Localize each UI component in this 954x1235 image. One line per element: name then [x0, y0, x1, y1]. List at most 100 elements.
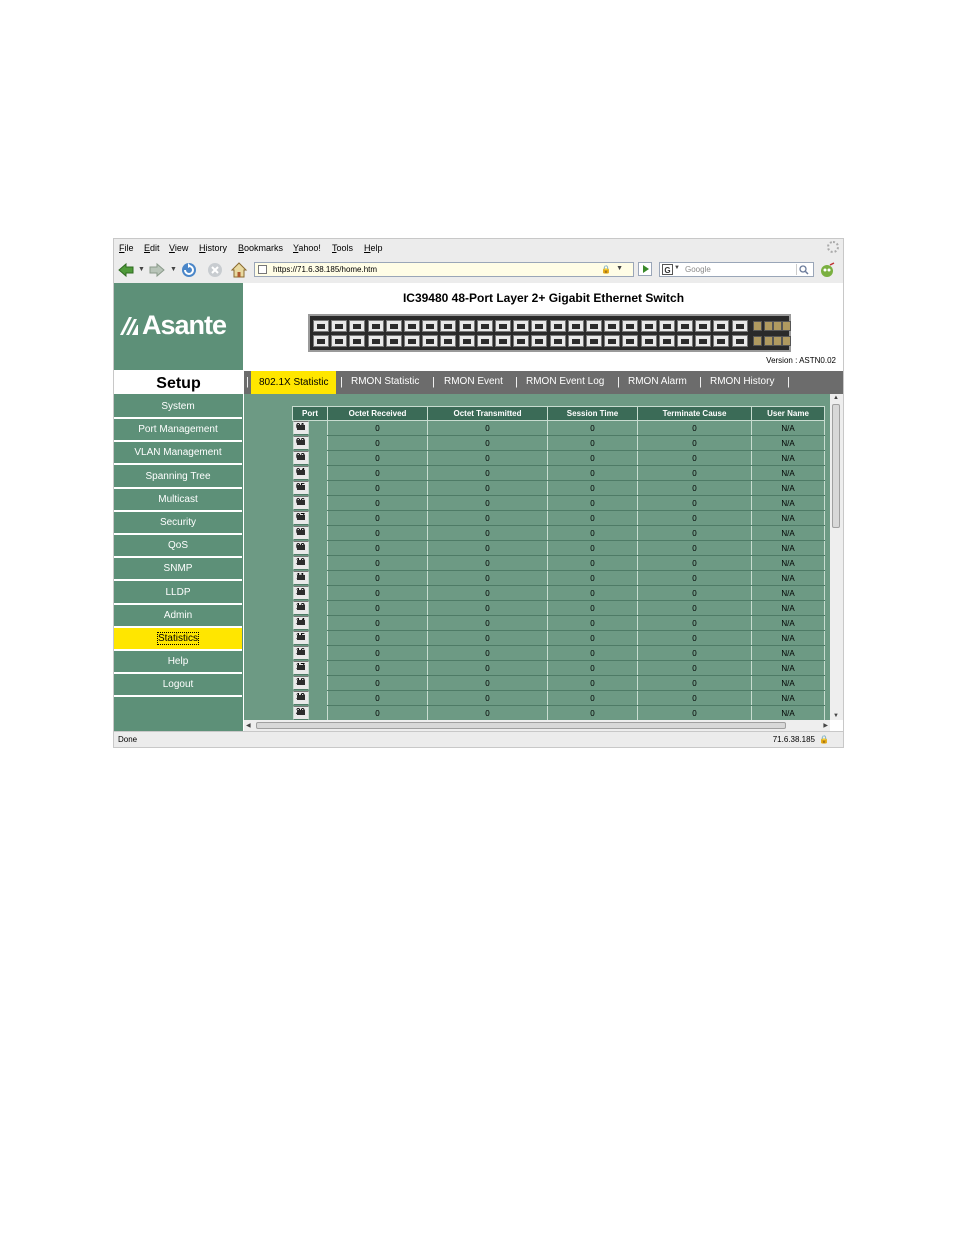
sfp-port-icon[interactable]: [764, 321, 773, 331]
menu-yahoo[interactable]: Yahoo!: [293, 243, 321, 253]
switch-port-icon[interactable]: [513, 335, 530, 347]
switch-port-icon[interactable]: [440, 335, 457, 347]
menu-bookmarks[interactable]: Bookmarks: [238, 243, 283, 253]
scroll-right-icon[interactable]: ▶: [823, 722, 828, 729]
horizontal-scrollbar[interactable]: ◀ ▶: [244, 720, 830, 731]
switch-port-icon[interactable]: [549, 335, 566, 347]
switch-port-icon[interactable]: [658, 335, 675, 347]
scroll-left-icon[interactable]: ◀: [246, 722, 251, 729]
sfp-port-icon[interactable]: [773, 336, 782, 346]
tab-rmon-alarm[interactable]: RMON Alarm: [628, 376, 687, 387]
search-input[interactable]: Google: [685, 265, 711, 274]
sidebar-item-statistics[interactable]: Statistics: [114, 628, 242, 651]
switch-port-icon[interactable]: [367, 320, 384, 332]
switch-port-icon[interactable]: [677, 320, 693, 332]
switch-port-icon[interactable]: [385, 335, 402, 347]
switch-port-icon[interactable]: [495, 335, 511, 347]
back-dropdown-icon[interactable]: ▼: [138, 266, 145, 273]
switch-port-icon[interactable]: [404, 335, 420, 347]
tab-rmon-statistic[interactable]: RMON Statistic: [351, 376, 419, 387]
menu-file[interactable]: File: [119, 243, 134, 253]
switch-port-icon[interactable]: [313, 335, 329, 347]
switch-port-icon[interactable]: [567, 335, 584, 347]
sfp-port-icon[interactable]: [753, 336, 762, 346]
search-icon[interactable]: [796, 264, 811, 275]
switch-port-icon[interactable]: [604, 335, 621, 347]
stop-icon[interactable]: [206, 261, 224, 279]
home-icon[interactable]: [230, 261, 248, 279]
column-header[interactable]: Session Time: [547, 406, 638, 421]
switch-port-icon[interactable]: [367, 335, 384, 347]
extension-icon[interactable]: [818, 261, 836, 279]
switch-port-icon[interactable]: [695, 335, 712, 347]
switch-port-icon[interactable]: [513, 320, 530, 332]
sfp-port-icon[interactable]: [753, 321, 762, 331]
tab-rmon-event[interactable]: RMON Event: [444, 376, 503, 387]
switch-port-icon[interactable]: [313, 320, 329, 332]
menu-history[interactable]: History: [199, 243, 227, 253]
switch-port-icon[interactable]: [349, 335, 366, 347]
sidebar-item-snmp[interactable]: SNMP: [114, 558, 242, 582]
switch-port-icon[interactable]: [622, 335, 639, 347]
scroll-down-icon[interactable]: ▼: [833, 713, 839, 719]
address-bar[interactable]: https://71.6.38.185/home.htm 🔒 ▼: [254, 262, 634, 277]
menu-edit[interactable]: Edit: [144, 243, 160, 253]
switch-port-icon[interactable]: [731, 335, 748, 347]
switch-port-icon[interactable]: [495, 320, 511, 332]
switch-port-icon[interactable]: [713, 335, 730, 347]
switch-port-icon[interactable]: [695, 320, 712, 332]
sidebar-item-security[interactable]: Security: [114, 512, 242, 535]
switch-port-icon[interactable]: [422, 335, 439, 347]
column-header[interactable]: Terminate Cause: [637, 406, 752, 421]
sidebar-item-spanning-tree[interactable]: Spanning Tree: [114, 465, 242, 489]
switch-port-icon[interactable]: [640, 320, 657, 332]
tab-8021x-statistic[interactable]: 802.1X Statistic: [251, 371, 337, 394]
sidebar-item-multicast[interactable]: Multicast: [114, 488, 242, 512]
reload-icon[interactable]: [180, 261, 198, 279]
forward-icon[interactable]: [148, 261, 166, 279]
switch-port-icon[interactable]: [440, 320, 457, 332]
sfp-port-icon[interactable]: [773, 321, 782, 331]
switch-port-icon[interactable]: [385, 320, 402, 332]
column-header[interactable]: Port: [292, 406, 328, 421]
sidebar-item-port-management[interactable]: Port Management: [114, 419, 242, 443]
search-box[interactable]: G ▼ Google: [659, 262, 814, 277]
switch-port-icon[interactable]: [731, 320, 748, 332]
vertical-scrollbar[interactable]: ▲ ▼: [830, 394, 843, 720]
sidebar-item-vlan-management[interactable]: VLAN Management: [114, 442, 242, 466]
switch-port-icon[interactable]: [549, 320, 566, 332]
tab-rmon-event-log[interactable]: RMON Event Log: [526, 376, 604, 387]
switch-port-icon[interactable]: [604, 320, 621, 332]
switch-port-icon[interactable]: [677, 335, 693, 347]
switch-port-icon[interactable]: [331, 335, 348, 347]
sfp-port-icon[interactable]: [764, 336, 773, 346]
horizontal-scroll-thumb[interactable]: [256, 722, 786, 729]
search-engine-dropdown-icon[interactable]: ▼: [674, 265, 680, 271]
column-header[interactable]: Octet Received: [327, 406, 428, 421]
sfp-port-icon[interactable]: [782, 336, 791, 346]
switch-port-icon[interactable]: [622, 320, 639, 332]
switch-port-icon[interactable]: [658, 320, 675, 332]
address-dropdown-icon[interactable]: ▼: [616, 265, 623, 272]
tab-rmon-history[interactable]: RMON History: [710, 376, 774, 387]
sidebar-item-admin[interactable]: Admin: [114, 604, 242, 628]
sfp-port-icon[interactable]: [782, 321, 791, 331]
switch-port-icon[interactable]: [476, 320, 493, 332]
switch-port-icon[interactable]: [531, 320, 548, 332]
sidebar-item-system[interactable]: System: [114, 396, 242, 419]
sidebar-item-qos[interactable]: QoS: [114, 535, 242, 559]
switch-front-panel[interactable]: [308, 314, 791, 352]
switch-port-icon[interactable]: [422, 320, 439, 332]
back-icon[interactable]: [117, 261, 135, 279]
sidebar-item-logout[interactable]: Logout: [114, 674, 242, 698]
switch-port-icon[interactable]: [713, 320, 730, 332]
scroll-up-icon[interactable]: ▲: [833, 395, 839, 401]
switch-port-icon[interactable]: [640, 335, 657, 347]
switch-port-icon[interactable]: [349, 320, 366, 332]
switch-port-icon[interactable]: [458, 320, 475, 332]
sidebar-item-lldp[interactable]: LLDP: [114, 581, 242, 605]
address-text[interactable]: https://71.6.38.185/home.htm: [273, 265, 377, 274]
switch-port-icon[interactable]: [458, 335, 475, 347]
forward-dropdown-icon[interactable]: ▼: [170, 266, 177, 273]
switch-port-icon[interactable]: [531, 335, 548, 347]
